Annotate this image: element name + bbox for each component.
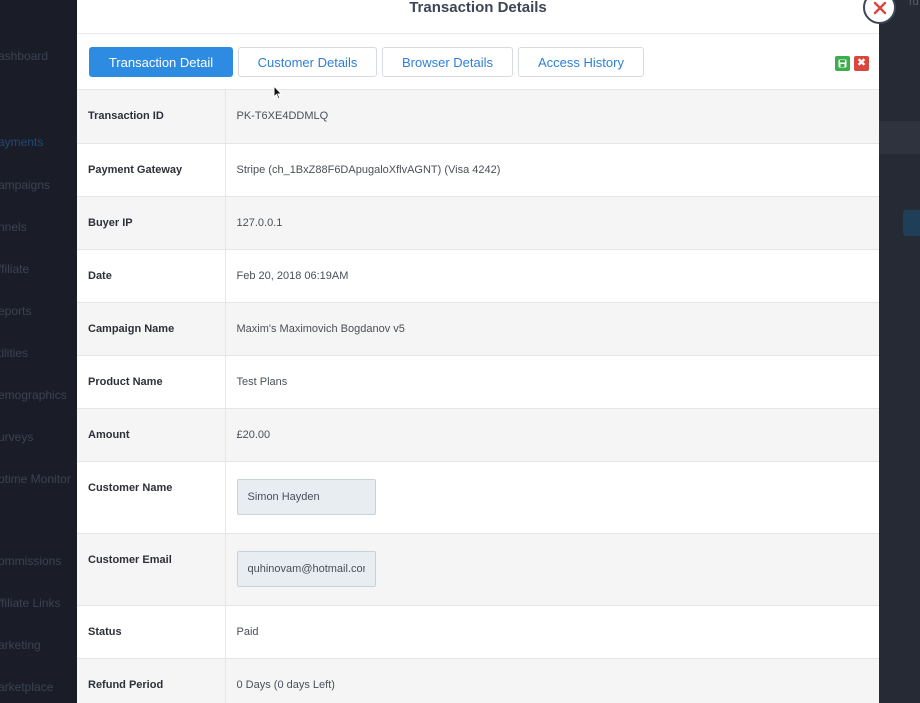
- sidebar-item-funnels[interactable]: nnels: [0, 220, 27, 234]
- row-label: Product Name: [77, 355, 226, 409]
- customer-email-field[interactable]: [236, 551, 376, 587]
- row-value: [225, 533, 879, 606]
- table-row: Transaction ID PK-T6XE4DDMLQ: [77, 90, 879, 144]
- close-icon: [873, 1, 886, 14]
- row-value: 0 Days (0 days Left): [225, 658, 879, 703]
- background-sidebar: ashboard ayments ampaigns nnels ffiliate…: [0, 0, 77, 703]
- sidebar-item-campaigns[interactable]: ampaigns: [0, 178, 50, 192]
- detail-tabs: Transaction Detail Customer Details Brow…: [89, 47, 644, 77]
- row-value: [225, 461, 879, 534]
- sidebar-item-commissions[interactable]: ommissions: [0, 554, 61, 568]
- row-label: Amount: [77, 408, 226, 462]
- sidebar-item-payments[interactable]: ayments: [0, 135, 43, 149]
- row-label: Refund Period: [77, 658, 226, 703]
- row-label: Transaction ID: [77, 90, 226, 144]
- row-value: 127.0.0.1: [225, 196, 879, 250]
- tab-transaction-detail[interactable]: Transaction Detail: [89, 47, 233, 77]
- row-label: Campaign Name: [77, 302, 226, 356]
- sidebar-item-reports[interactable]: eports: [0, 304, 31, 318]
- cancel-button[interactable]: ✖: [854, 56, 869, 71]
- customer-name-field[interactable]: [236, 479, 376, 515]
- transaction-details-table: Transaction ID PK-T6XE4DDMLQ Payment Gat…: [77, 90, 879, 703]
- table-row: Status Paid: [77, 605, 879, 659]
- table-row: Buyer IP 127.0.0.1: [77, 196, 879, 250]
- tab-access-history[interactable]: Access History: [518, 47, 644, 77]
- table-row: Payment Gateway Stripe (ch_1BxZ88F6DApug…: [77, 143, 879, 197]
- sidebar-item-utilities[interactable]: tilities: [0, 346, 28, 360]
- row-value: PK-T6XE4DDMLQ: [225, 90, 879, 144]
- sidebar-item-demographics[interactable]: emographics: [0, 388, 67, 402]
- tab-customer-details[interactable]: Customer Details: [238, 47, 377, 77]
- modal-title: Transaction Details: [409, 0, 547, 16]
- table-row: Product Name Test Plans: [77, 355, 879, 409]
- table-row: Refund Period 0 Days (0 days Left): [77, 658, 879, 703]
- save-icon: [838, 59, 847, 68]
- background-table-header: [879, 121, 920, 154]
- row-label: Customer Name: [77, 461, 226, 534]
- row-value: Feb 20, 2018 06:19AM: [225, 249, 879, 303]
- sidebar-item-affiliate-links[interactable]: ffiliate Links: [0, 596, 60, 610]
- table-row: Customer Email: [77, 533, 879, 606]
- close-icon: ✖: [856, 57, 867, 69]
- row-value: £20.00: [225, 408, 879, 462]
- row-label: Customer Email: [77, 533, 226, 606]
- sidebar-item-surveys[interactable]: urveys: [0, 430, 33, 444]
- mouse-cursor-icon: [273, 85, 283, 100]
- row-value: Maxim's Maximovich Bogdanov v5: [225, 302, 879, 356]
- row-label: Buyer IP: [77, 196, 226, 250]
- sidebar-item-marketing[interactable]: arketing: [0, 638, 41, 652]
- title-divider: [77, 33, 879, 34]
- row-value: Stripe (ch_1BxZ88F6DApugaloXflvAGNT) (Vi…: [225, 143, 879, 197]
- background-content: rd: [879, 0, 920, 703]
- background-action-button: [903, 210, 920, 236]
- row-value: Paid: [225, 605, 879, 659]
- row-value: Test Plans: [225, 355, 879, 409]
- table-row: Campaign Name Maxim's Maximovich Bogdano…: [77, 302, 879, 356]
- row-label: Payment Gateway: [77, 143, 226, 197]
- row-label: Date: [77, 249, 226, 303]
- table-row: Customer Name: [77, 461, 879, 534]
- tab-browser-details[interactable]: Browser Details: [382, 47, 513, 77]
- sidebar-item-marketplace[interactable]: arketplace: [0, 680, 53, 694]
- transaction-details-modal: Transaction Details Transaction Detail C…: [77, 0, 879, 703]
- sidebar-item-affiliate[interactable]: ffiliate: [0, 262, 29, 276]
- row-label: Status: [77, 605, 226, 659]
- background-user-name: rd: [909, 0, 919, 8]
- save-button[interactable]: [835, 56, 850, 71]
- sidebar-item-dashboard[interactable]: ashboard: [0, 49, 48, 63]
- table-row: Date Feb 20, 2018 06:19AM: [77, 249, 879, 303]
- sidebar-item-uptime-monitor[interactable]: ptime Monitor: [0, 472, 71, 486]
- table-row: Amount £20.00: [77, 408, 879, 462]
